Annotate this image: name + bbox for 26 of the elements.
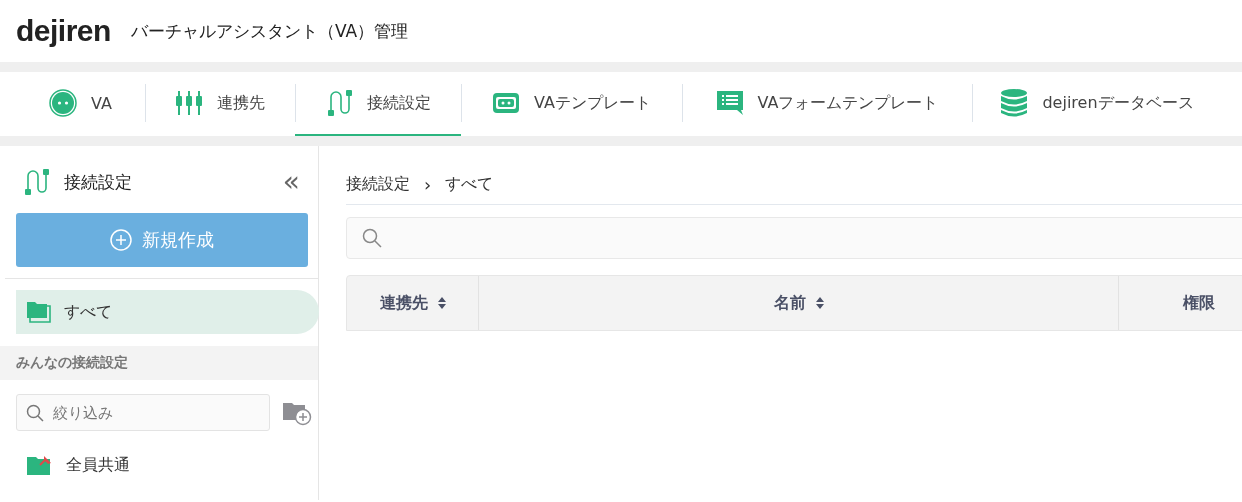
list-bubble-icon bbox=[715, 89, 744, 117]
column-header: 権限 bbox=[1182, 291, 1216, 314]
face-icon bbox=[49, 89, 78, 117]
robot-face-icon bbox=[492, 92, 521, 114]
folder-item[interactable]: すべて bbox=[16, 290, 319, 334]
column-header[interactable]: 名前 bbox=[479, 276, 1119, 330]
breadcrumb-separator: › bbox=[424, 173, 432, 195]
filter-field[interactable]: 絞り込み bbox=[16, 394, 270, 431]
search-icon bbox=[362, 228, 382, 248]
cable-icon bbox=[22, 166, 50, 198]
search-field[interactable] bbox=[346, 217, 1242, 259]
sidebar-title: 接続設定 bbox=[64, 170, 133, 194]
cable-icon bbox=[325, 87, 353, 119]
collapse-button[interactable]: « bbox=[278, 168, 304, 196]
column-header[interactable]: 連携先 bbox=[347, 276, 479, 330]
plus-circle-icon bbox=[110, 229, 132, 251]
database-icon bbox=[1000, 88, 1029, 118]
page-title: バーチャルアシスタント（VA）管理 bbox=[130, 19, 409, 43]
section-heading: みんなの接続設定 bbox=[0, 346, 318, 380]
breadcrumb-item: すべて bbox=[445, 173, 494, 195]
plugs-icon bbox=[175, 89, 203, 117]
folder-item[interactable]: 全員共通 bbox=[16, 443, 319, 487]
app-logo: dejiren bbox=[16, 14, 111, 48]
breadcrumb-item[interactable]: 接続設定 bbox=[346, 173, 410, 195]
folders-icon bbox=[26, 300, 52, 324]
search-icon bbox=[26, 404, 44, 422]
